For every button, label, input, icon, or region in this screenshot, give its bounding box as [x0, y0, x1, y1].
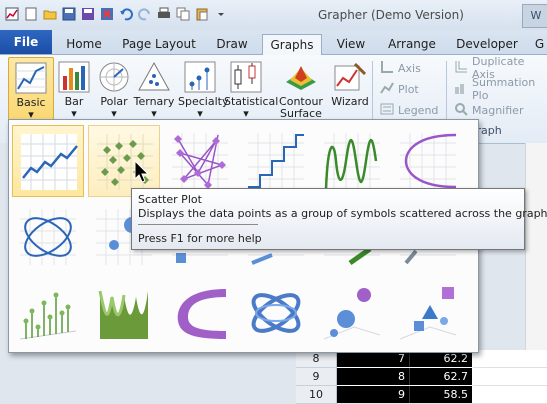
function-plot-icon: [324, 133, 380, 190]
window-corner-button[interactable]: W: [522, 4, 547, 28]
tab-page-layout[interactable]: Page Layout: [118, 34, 200, 54]
tooltip-divider: [138, 224, 258, 225]
close-file-icon[interactable]: [99, 6, 115, 22]
tooltip-description: Displays the data points as a group of s…: [138, 207, 547, 220]
tab-overflow[interactable]: G: [532, 34, 547, 54]
tab-graphs[interactable]: Graphs: [262, 34, 322, 56]
bar-chart-icon: [57, 60, 91, 94]
wizard-icon: [333, 60, 367, 94]
cell-c[interactable]: [473, 368, 547, 386]
cell-b[interactable]: 62.7: [409, 368, 472, 385]
ribbon-curve-icon: [177, 289, 226, 339]
open-folder-icon[interactable]: [42, 6, 58, 22]
cell-a[interactable]: 9: [337, 386, 409, 403]
app-icon[interactable]: [4, 6, 20, 22]
gallery-item-line-scatter-plot[interactable]: [164, 125, 236, 197]
copy-icon[interactable]: [175, 6, 191, 22]
tooltip-title: Scatter Plot: [138, 193, 202, 206]
cell-a[interactable]: 8: [337, 368, 409, 385]
customize-qat-dropdown-icon[interactable]: [213, 6, 229, 22]
magnifier-button[interactable]: Magnifier: [454, 101, 523, 119]
bubble-3d-icon: [323, 288, 381, 340]
axis-label: Axis: [398, 61, 421, 75]
new-file-icon[interactable]: [23, 6, 39, 22]
gallery-item-lissajous-plot[interactable]: [12, 201, 84, 273]
save-icon[interactable]: [61, 6, 77, 22]
shapes-3d-icon: [399, 287, 457, 340]
magnifier-icon: [454, 102, 468, 119]
gallery-item-line-plot[interactable]: [12, 125, 84, 197]
lissajous-3d-icon: [251, 293, 301, 333]
gallery-item-step-plot[interactable]: [240, 125, 312, 197]
tooltip-help: Press F1 for more help: [138, 232, 262, 245]
row-header[interactable]: 10: [296, 386, 337, 404]
axis-button[interactable]: Axis: [380, 59, 421, 77]
gallery-item-3d-shapes-plot[interactable]: [392, 277, 464, 349]
print-icon[interactable]: [156, 6, 172, 22]
basic-line-chart-icon: [14, 61, 48, 95]
title-bar: Grapher (Demo Version) W: [0, 0, 547, 30]
gallery-item-3d-lissajous-plot[interactable]: [240, 277, 312, 349]
contour-surface-icon: [284, 60, 318, 94]
polar-chart-icon: [97, 60, 131, 94]
ternary-chart-icon: [137, 60, 171, 94]
redo-icon[interactable]: [137, 6, 153, 22]
save-as-icon[interactable]: [80, 6, 96, 22]
cell-c[interactable]: [473, 386, 547, 404]
tab-view[interactable]: View: [330, 34, 372, 54]
summation-plot-button[interactable]: Summation Plo: [454, 76, 547, 102]
tab-developer[interactable]: Developer: [452, 34, 522, 54]
scatter-plot-tooltip: Scatter Plot Displays the data points as…: [131, 188, 547, 250]
lissajous-plot-icon: [20, 209, 76, 265]
workspace-left-edge: [0, 143, 8, 403]
tab-arrange[interactable]: Arrange: [384, 34, 440, 54]
plot-icon: [380, 81, 394, 98]
undo-icon[interactable]: [118, 6, 134, 22]
tab-file[interactable]: File: [0, 30, 52, 54]
legend-button[interactable]: Legend: [380, 101, 438, 119]
table-row[interactable]: 9 8 62.7: [296, 368, 547, 386]
legend-icon: [380, 102, 394, 119]
paste-icon[interactable]: [194, 6, 210, 22]
duplicate-axis-icon: [454, 60, 468, 77]
summation-plot-icon: [454, 81, 468, 98]
summation-plot-label: Summation Plo: [472, 76, 536, 102]
quick-access-toolbar: [4, 6, 229, 22]
cell-c[interactable]: [473, 350, 547, 368]
duplicate-axis-button[interactable]: Duplicate Axis: [454, 55, 547, 81]
gallery-item-3d-ribbon-wave[interactable]: [88, 277, 160, 349]
gallery-item-3d-ribbon-curve[interactable]: [164, 277, 236, 349]
line-scatter-plot-icon: [172, 133, 228, 189]
gallery-item-3d-stem-plot[interactable]: [12, 277, 84, 349]
cell-b[interactable]: 58.5: [409, 386, 472, 403]
axis-icon: [380, 60, 394, 77]
tab-home[interactable]: Home: [62, 34, 106, 54]
stem-plot-icon: [19, 292, 77, 340]
legend-label: Legend: [398, 103, 439, 117]
window-title: Grapher (Demo Version): [318, 8, 464, 22]
plot-button[interactable]: Plot: [380, 80, 419, 98]
gallery-item-function-plot[interactable]: [316, 125, 388, 197]
wizard-button-label: Wizard: [331, 95, 369, 108]
mouse-pointer-icon: [134, 159, 150, 187]
gallery-item-3d-bubble-plot[interactable]: [316, 277, 388, 349]
row-header[interactable]: 9: [296, 368, 337, 386]
table-row[interactable]: 10 9 58.5: [296, 386, 547, 404]
specialty-chart-icon: [183, 60, 217, 94]
gallery-item-polyline-curve-plot[interactable]: [392, 125, 464, 197]
statistical-chart-icon: [229, 60, 263, 94]
ribbon-wave-icon: [98, 290, 148, 339]
plot-label: Plot: [398, 82, 419, 96]
magnifier-label: Magnifier: [472, 103, 524, 117]
ribbon-tabs: File Home Page Layout Draw Graphs View A…: [0, 30, 547, 56]
step-plot-icon: [248, 133, 304, 189]
worksheet: 8 7 62.2 9 8 62.7 10 9 58.5: [296, 350, 547, 404]
line-plot-icon: [21, 134, 78, 190]
curve-plot-icon: [400, 133, 457, 189]
tab-draw[interactable]: Draw: [212, 34, 252, 54]
